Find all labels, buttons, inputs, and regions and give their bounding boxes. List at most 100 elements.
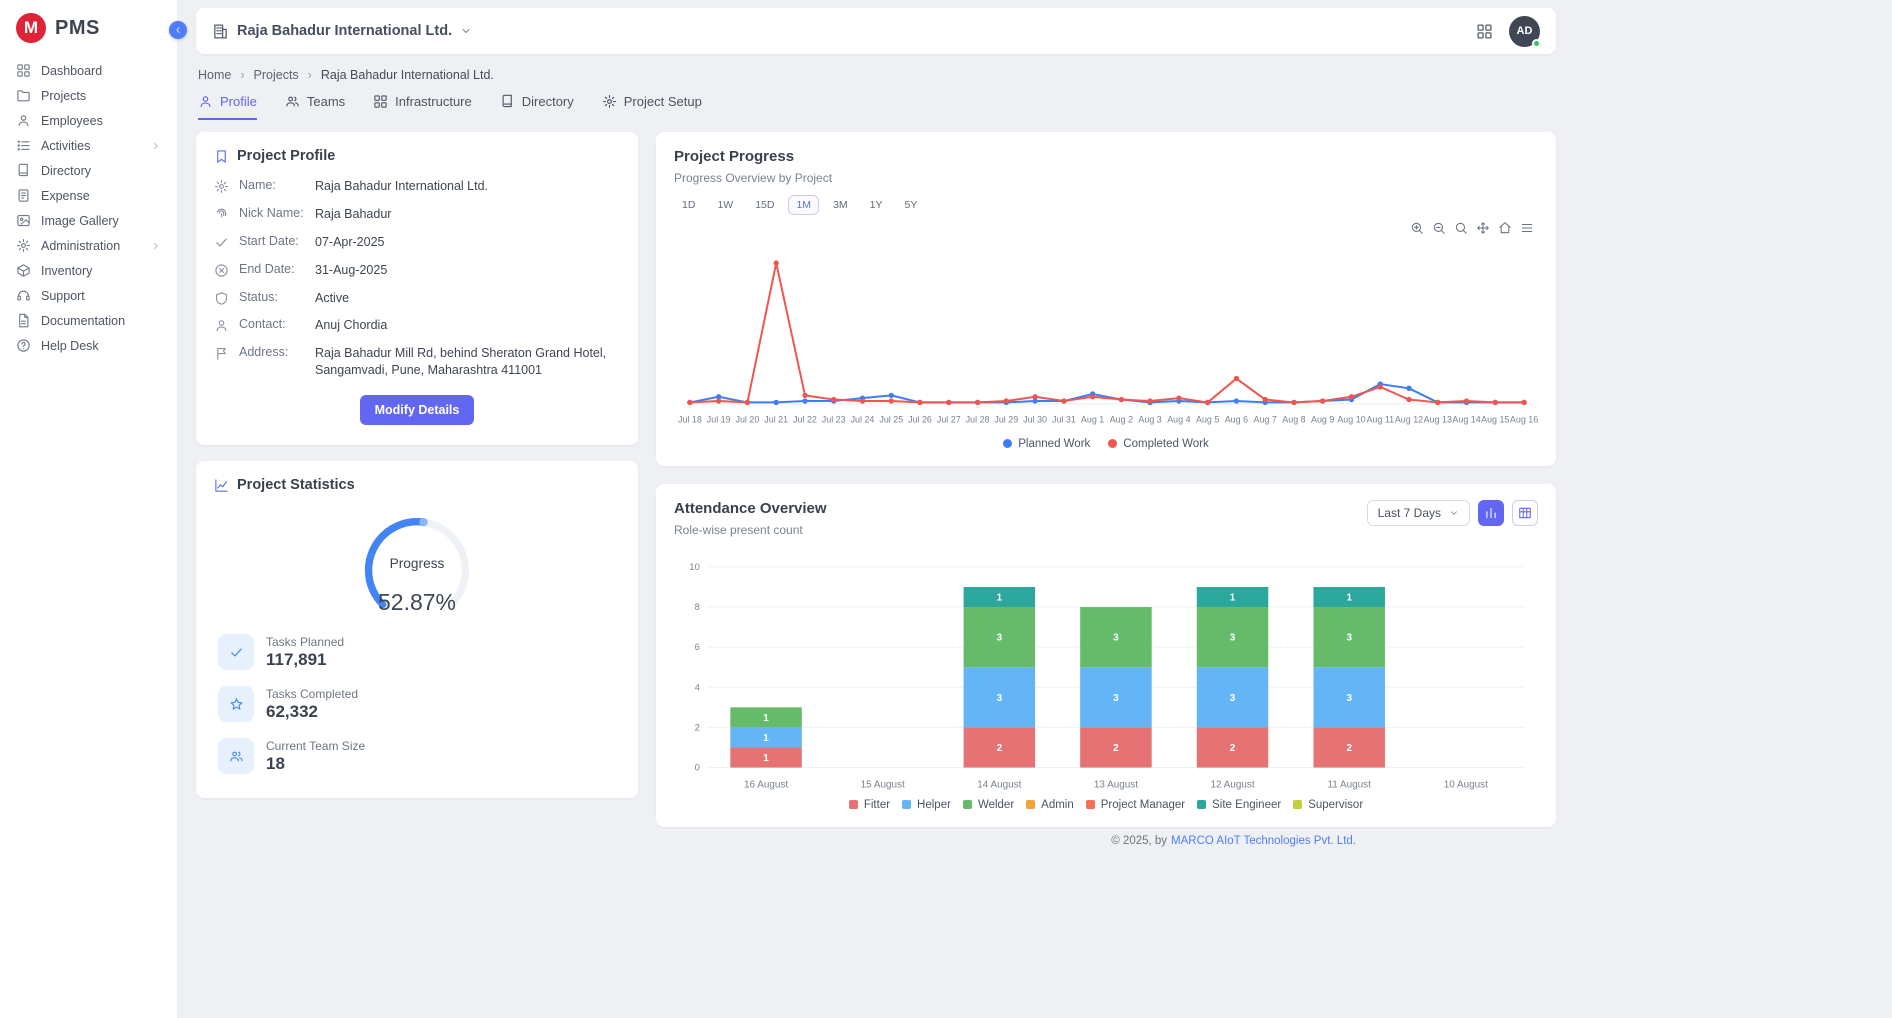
svg-text:Jul 28: Jul 28 xyxy=(966,415,990,425)
fingerprint-icon xyxy=(214,207,229,222)
legend-swatch xyxy=(1003,439,1012,448)
legend-item-admin[interactable]: Admin xyxy=(1026,799,1074,811)
range-5y[interactable]: 5Y xyxy=(896,195,925,215)
range-3m[interactable]: 3M xyxy=(825,195,856,215)
footer-link[interactable]: MARCO AIoT Technologies Pvt. Ltd. xyxy=(1171,835,1356,847)
avatar-initials: AD xyxy=(1517,25,1533,37)
svg-text:Aug 6: Aug 6 xyxy=(1225,415,1248,425)
modify-details-button[interactable]: Modify Details xyxy=(360,395,475,425)
range-15d[interactable]: 15D xyxy=(747,195,782,215)
svg-text:1: 1 xyxy=(763,712,769,723)
legend-swatch xyxy=(1108,439,1117,448)
legend-label: Admin xyxy=(1041,799,1074,811)
legend-item-helper[interactable]: Helper xyxy=(902,799,951,811)
sidebar-item-label: Activities xyxy=(41,139,90,153)
legend-item-completed-work[interactable]: Completed Work xyxy=(1108,438,1208,450)
svg-text:4: 4 xyxy=(695,681,700,692)
field-name: Name: Raja Bahadur International Ltd. xyxy=(214,178,620,195)
svg-text:Aug 14: Aug 14 xyxy=(1452,415,1480,425)
svg-text:13 August: 13 August xyxy=(1094,779,1138,790)
logo-text: PMS xyxy=(55,17,100,40)
tab-infrastructure[interactable]: Infrastructure xyxy=(373,94,472,120)
range-1y[interactable]: 1Y xyxy=(862,195,891,215)
svg-text:2: 2 xyxy=(695,721,700,732)
chevron-right-icon xyxy=(151,141,161,151)
date-range-value: Last 7 Days xyxy=(1378,506,1441,520)
zoom-in-icon[interactable] xyxy=(1410,221,1424,235)
sidebar-item-projects[interactable]: Projects xyxy=(0,83,177,108)
legend-label: Planned Work xyxy=(1018,438,1090,450)
tab-project-setup[interactable]: Project Setup xyxy=(602,94,702,120)
svg-text:Jul 18: Jul 18 xyxy=(678,415,702,425)
sidebar-item-image-gallery[interactable]: Image Gallery xyxy=(0,208,177,233)
svg-text:Aug 11: Aug 11 xyxy=(1366,415,1394,425)
card-title: Project Statistics xyxy=(237,477,355,493)
sidebar-item-help-desk[interactable]: Help Desk xyxy=(0,333,177,358)
field-label: End Date: xyxy=(239,262,305,276)
sidebar-item-dashboard[interactable]: Dashboard xyxy=(0,58,177,83)
shield-icon xyxy=(214,291,229,306)
range-1d[interactable]: 1D xyxy=(674,195,703,215)
legend-item-planned-work[interactable]: Planned Work xyxy=(1003,438,1090,450)
bar-chart-icon xyxy=(1484,506,1498,520)
legend-item-fitter[interactable]: Fitter xyxy=(849,799,890,811)
sidebar-item-activities[interactable]: Activities xyxy=(0,133,177,158)
stat-label: Tasks Planned xyxy=(266,635,344,649)
breadcrumb-home[interactable]: Home xyxy=(198,68,231,82)
svg-text:Jul 26: Jul 26 xyxy=(908,415,932,425)
svg-text:Jul 22: Jul 22 xyxy=(793,415,817,425)
sidebar-collapse-button[interactable] xyxy=(169,21,187,39)
table-view-toggle[interactable] xyxy=(1512,500,1538,526)
sidebar-item-documentation[interactable]: Documentation xyxy=(0,308,177,333)
box-zoom-icon[interactable] xyxy=(1454,221,1468,235)
legend-item-supervisor[interactable]: Supervisor xyxy=(1293,799,1363,811)
svg-text:3: 3 xyxy=(1230,692,1236,703)
legend-item-welder[interactable]: Welder xyxy=(963,799,1014,811)
range-1m[interactable]: 1M xyxy=(788,195,819,215)
home-icon[interactable] xyxy=(1498,221,1512,235)
progress-line-chart[interactable]: Jul 18Jul 19Jul 20Jul 21Jul 22Jul 23Jul … xyxy=(674,235,1538,434)
range-1w[interactable]: 1W xyxy=(709,195,741,215)
attendance-overview-card: Attendance Overview Role-wise present co… xyxy=(656,484,1556,827)
app-logo[interactable]: M PMS xyxy=(0,0,177,58)
legend-swatch xyxy=(963,800,972,809)
sidebar-item-support[interactable]: Support xyxy=(0,283,177,308)
svg-text:Jul 20: Jul 20 xyxy=(736,415,760,425)
date-range-select[interactable]: Last 7 Days xyxy=(1367,500,1470,526)
tab-teams[interactable]: Teams xyxy=(285,94,345,120)
sidebar-item-employees[interactable]: Employees xyxy=(0,108,177,133)
company-selector[interactable]: Raja Bahadur International Ltd. xyxy=(212,23,472,40)
range-selector: 1D 1W 15D 1M 3M 1Y 5Y xyxy=(674,195,1538,215)
legend-item-site-engineer[interactable]: Site Engineer xyxy=(1197,799,1281,811)
apps-grid-icon[interactable] xyxy=(1476,23,1493,40)
flag-icon xyxy=(214,346,229,361)
progress-chart-legend: Planned Work Completed Work xyxy=(674,438,1538,450)
field-label: Name: xyxy=(239,178,305,192)
svg-text:2: 2 xyxy=(1113,743,1119,754)
svg-text:Aug 12: Aug 12 xyxy=(1395,415,1423,425)
breadcrumb-projects[interactable]: Projects xyxy=(254,68,299,82)
zoom-out-icon[interactable] xyxy=(1432,221,1446,235)
sidebar-item-administration[interactable]: Administration xyxy=(0,233,177,258)
chart-line-icon xyxy=(214,478,229,493)
tab-directory[interactable]: Directory xyxy=(500,94,574,120)
svg-text:0: 0 xyxy=(695,761,700,772)
tab-profile[interactable]: Profile xyxy=(198,94,257,120)
menu-icon[interactable] xyxy=(1520,221,1534,235)
svg-text:1: 1 xyxy=(1230,592,1236,603)
attendance-bar-chart[interactable]: 024681016 August11115 August14 August233… xyxy=(674,557,1538,795)
card-title: Project Profile xyxy=(237,148,335,164)
sidebar-item-inventory[interactable]: Inventory xyxy=(0,258,177,283)
chart-view-toggle[interactable] xyxy=(1478,500,1504,526)
field-label: Contact: xyxy=(239,317,305,331)
legend-item-project-manager[interactable]: Project Manager xyxy=(1086,799,1185,811)
sidebar-item-directory[interactable]: Directory xyxy=(0,158,177,183)
sidebar-item-expense[interactable]: Expense xyxy=(0,183,177,208)
online-status-dot xyxy=(1532,39,1541,48)
pan-icon[interactable] xyxy=(1476,221,1490,235)
user-avatar[interactable]: AD xyxy=(1509,16,1540,47)
svg-text:Jul 29: Jul 29 xyxy=(994,415,1018,425)
sidebar-item-label: Directory xyxy=(41,164,91,178)
sidebar-item-label: Help Desk xyxy=(41,339,99,353)
svg-text:10 August: 10 August xyxy=(1444,779,1488,790)
